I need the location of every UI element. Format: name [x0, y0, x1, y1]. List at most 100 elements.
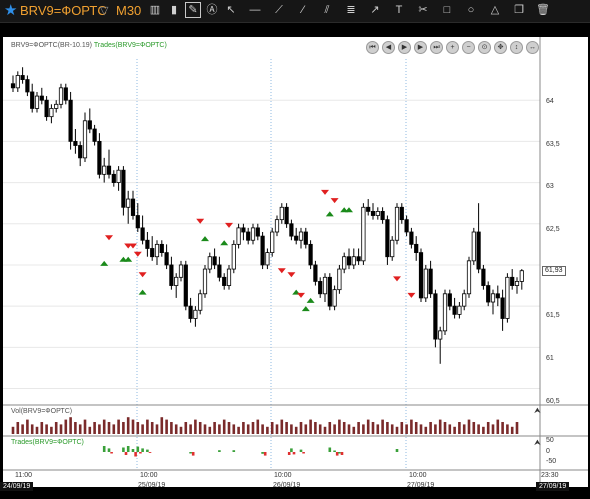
trades-sell-bar [292, 452, 296, 455]
buy-marker [306, 297, 315, 303]
move-horizontal-icon[interactable]: ↔ [526, 41, 539, 54]
pencil-icon[interactable]: ✎ [185, 2, 201, 18]
volume-bar [194, 419, 197, 434]
volume-bar [270, 422, 274, 434]
cut-icon[interactable]: ✂ [415, 2, 431, 18]
symbol-label[interactable]: BRV9=ФОРТС [20, 3, 107, 19]
trash-icon[interactable]: 🗑 [535, 2, 551, 18]
zoom-fit-icon[interactable]: ⊙ [478, 41, 491, 54]
candle-body [279, 206, 284, 221]
trend-line-icon[interactable]: ⁄ [295, 2, 311, 18]
candle-body [519, 270, 524, 282]
volume-bar [242, 422, 245, 434]
candle-body [169, 264, 174, 286]
trades-y-tick: -50 [546, 458, 557, 465]
volume-bar [424, 426, 428, 434]
candle-body [433, 293, 438, 340]
timeframe-label[interactable]: M30 [116, 3, 141, 19]
zoom-in-icon[interactable]: + [446, 41, 459, 54]
copy-icon[interactable]: ❐ [511, 2, 527, 18]
text-tool-icon[interactable]: T [391, 2, 407, 18]
candle-body [39, 95, 44, 101]
candle-body [226, 268, 232, 286]
trades-buy-bar [333, 450, 336, 452]
volume-bar [179, 426, 183, 434]
zoom-out-icon[interactable]: − [462, 41, 475, 54]
candle-body [102, 165, 107, 175]
candle-icon[interactable]: ▮ [166, 2, 182, 18]
volume-bar [275, 424, 279, 434]
candle-body [303, 231, 308, 245]
volume-bar [78, 424, 82, 434]
trades-buy-bar [102, 446, 106, 452]
trades-sell-bar [134, 452, 137, 457]
y-tick-label: 62,5 [546, 226, 560, 233]
volume-bar [462, 424, 466, 434]
sell-marker [277, 268, 286, 274]
volume-bar [59, 424, 63, 434]
collapse-arrow-icon[interactable]: ⮝ [534, 406, 541, 415]
candle-body [265, 252, 270, 266]
candle-body [63, 87, 68, 101]
chart-plot[interactable] [3, 37, 588, 487]
ellipse-icon[interactable]: ○ [463, 2, 479, 18]
volume-bar [21, 424, 24, 434]
candle-body [366, 206, 371, 212]
candle-body [188, 305, 193, 319]
horizontal-line-icon[interactable]: — [247, 2, 263, 18]
volume-bar [299, 422, 303, 434]
favorite-star-icon[interactable]: ★ [4, 2, 17, 19]
bar-chart-icon[interactable]: ▥ [147, 2, 163, 18]
trades-buy-bar [395, 449, 399, 452]
last-icon[interactable]: ⏭ [430, 41, 443, 54]
x-time-label: 23:30 [541, 472, 559, 479]
rectangle-icon[interactable]: □ [439, 2, 455, 18]
candle-body [471, 231, 476, 262]
chevron-down-icon[interactable]: ▽ [100, 3, 108, 19]
chart-toolbar: ★ BRV9=ФОРТС ▽ M30 ▥ ▮ ✎ Ⓐ ↖ — ⟋ ⁄ ⫽ ≣ ↗ T ✂ □ ○ △ ❐ 🗑 [0, 0, 590, 23]
sell-marker [297, 292, 305, 298]
candle-body [10, 83, 16, 89]
candle-body [15, 75, 20, 89]
next-icon[interactable]: ▶ [414, 41, 427, 54]
ray-icon[interactable]: ⟋ [271, 2, 287, 18]
play-icon[interactable]: ▶ [398, 41, 411, 54]
volume-bar [117, 419, 120, 434]
move-vertical-icon[interactable]: ↕ [510, 41, 523, 54]
sell-marker [138, 272, 147, 278]
channel-icon[interactable]: ⫽ [319, 2, 335, 18]
sell-marker [196, 218, 205, 224]
candle-body [514, 281, 520, 286]
move-icon[interactable]: ✥ [494, 41, 507, 54]
candle-body [150, 248, 155, 258]
volume-bar [261, 424, 264, 434]
volume-bar [11, 426, 15, 434]
sell-marker [225, 222, 233, 228]
first-icon[interactable]: ⏮ [366, 41, 379, 54]
prev-icon[interactable]: ◀ [382, 41, 395, 54]
chart-area[interactable]: BRV9=ФОРТС(BR-10.19) Trades(BRV9=ФОРТС) … [0, 37, 588, 491]
candle-body [409, 231, 414, 245]
collapse-arrow-icon[interactable]: ⮝ [534, 438, 541, 447]
buy-marker [100, 260, 109, 266]
arrow-icon[interactable]: ↗ [367, 2, 383, 18]
volume-bar [429, 422, 432, 434]
y-tick-label: 64 [546, 98, 554, 105]
volume-bar [386, 422, 389, 434]
candle-body [418, 252, 424, 299]
fibonacci-icon[interactable]: ≣ [343, 2, 359, 18]
volume-bar [251, 422, 255, 434]
volume-bar [482, 426, 485, 434]
y-tick-label: 60,5 [546, 398, 560, 405]
volume-bar [83, 419, 87, 434]
triangle-icon[interactable]: △ [487, 2, 503, 18]
candle-body [481, 268, 486, 286]
text-select-icon[interactable]: Ⓐ [204, 2, 220, 18]
volume-bar [150, 422, 154, 434]
candle-body [30, 91, 35, 109]
cursor-icon[interactable]: ↖ [223, 2, 239, 18]
volume-bar [410, 419, 413, 434]
volume-bar [342, 422, 346, 434]
volume-bar [227, 422, 231, 434]
candle-body [164, 252, 169, 266]
